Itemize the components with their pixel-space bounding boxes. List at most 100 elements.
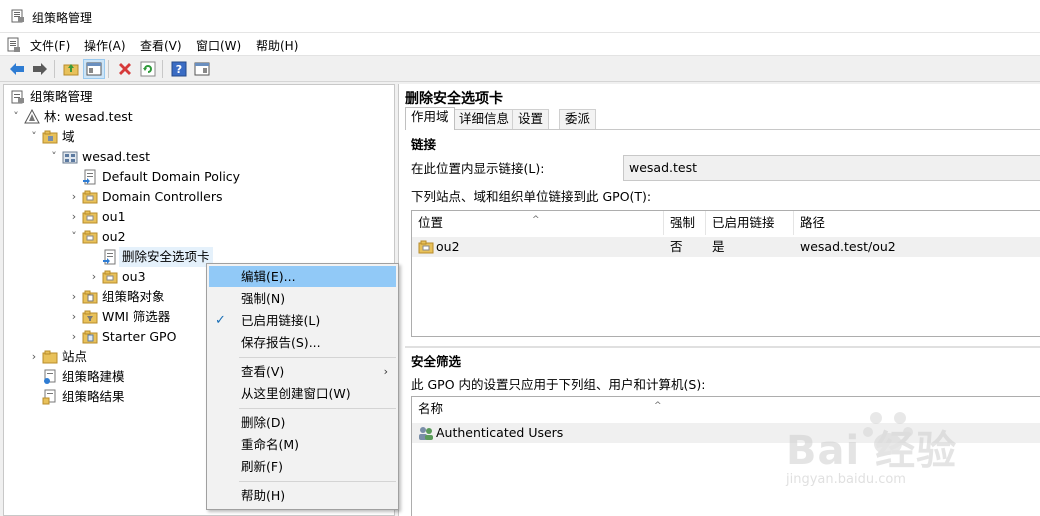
- results-icon: [42, 389, 56, 405]
- tree-item-label: ou1: [102, 209, 126, 224]
- domain-icon: [62, 151, 78, 164]
- tree-forest-label: 林: wesad.test: [44, 109, 133, 124]
- back-button[interactable]: [6, 59, 28, 79]
- watermark-brand: Bai 经验: [786, 428, 958, 474]
- toolbar-separator: [162, 60, 163, 78]
- menu-item-link-enabled[interactable]: ✓ 已启用链接(L): [209, 310, 396, 331]
- cell-group-name: Authenticated Users: [436, 425, 564, 440]
- menu-item-help[interactable]: 帮助(H): [209, 485, 396, 506]
- forward-button[interactable]: [29, 59, 51, 79]
- menu-view[interactable]: 查看(V): [140, 37, 182, 54]
- watermark: Bai 经验 jingyan.baidu.com: [780, 400, 1030, 495]
- tree-domains-label: 域: [62, 129, 75, 144]
- col-link-enabled[interactable]: 已启用链接: [706, 211, 794, 235]
- chevron-right-icon[interactable]: ›: [68, 327, 80, 347]
- menu-item-rename[interactable]: 重命名(M): [209, 434, 396, 455]
- links-heading: 链接: [411, 137, 437, 152]
- menu-item-view-label: 查看(V): [241, 364, 285, 379]
- toolbar: ?: [0, 55, 1040, 82]
- menu-file[interactable]: 文件(F): [30, 37, 70, 54]
- chevron-right-icon[interactable]: ›: [68, 187, 80, 207]
- ou-folder-icon: [102, 270, 118, 284]
- gpmc-app-icon: [11, 9, 24, 23]
- menu-window[interactable]: 窗口(W): [196, 37, 241, 54]
- title-bar: 组策略管理: [0, 0, 1040, 33]
- tree-item-label: ou2: [102, 229, 126, 244]
- refresh-icon: [140, 61, 156, 77]
- menu-bar: 文件(F) 操作(A) 查看(V) 窗口(W) 帮助(H): [0, 33, 1040, 55]
- links-list[interactable]: 位置 ^ 强制 已启用链接 路径 ou2 否 是 wesad.test/ou2: [411, 210, 1040, 337]
- col-location[interactable]: 位置 ^: [412, 211, 664, 235]
- col-enforced[interactable]: 强制: [664, 211, 706, 235]
- help-icon: ?: [171, 61, 187, 77]
- menu-help[interactable]: 帮助(H): [256, 37, 298, 54]
- toolbar-separator: [54, 60, 55, 78]
- menu-item-delete[interactable]: 删除(D): [209, 412, 396, 433]
- tab-settings[interactable]: 设置: [512, 109, 550, 129]
- properties-pane-button[interactable]: [191, 59, 213, 79]
- display-links-dropdown[interactable]: wesad.test: [623, 155, 1040, 181]
- tree-item-label: 组策略对象: [102, 289, 165, 304]
- context-menu: 编辑(E)... 强制(N) ✓ 已启用链接(L) 保存报告(S)... 查看(…: [206, 263, 399, 510]
- ou-folder-icon: [82, 230, 98, 244]
- chevron-right-icon[interactable]: ›: [68, 307, 80, 327]
- up-level-button[interactable]: [60, 59, 82, 79]
- sort-caret-icon: ^: [654, 401, 662, 411]
- delete-button[interactable]: [114, 59, 136, 79]
- cell-enforced: 否: [670, 239, 683, 254]
- col-path[interactable]: 路径: [794, 211, 1040, 235]
- menu-item-enforce[interactable]: 强制(N): [209, 288, 396, 309]
- menu-item-edit[interactable]: 编辑(E)...: [209, 266, 396, 287]
- table-row[interactable]: ou2 否 是 wesad.test/ou2: [412, 237, 1040, 257]
- gpo-folder-icon: [82, 290, 98, 304]
- menu-item-save-report[interactable]: 保存报告(S)...: [209, 332, 396, 353]
- tab-details[interactable]: 详细信息: [453, 109, 516, 129]
- chevron-down-icon[interactable]: ˅: [10, 107, 22, 127]
- chevron-right-icon[interactable]: ›: [68, 287, 80, 307]
- modeling-icon: [44, 369, 56, 384]
- toolbar-separator: [108, 60, 109, 78]
- details-title: 删除安全选项卡: [405, 91, 503, 107]
- menu-separator: [239, 408, 396, 409]
- display-links-label: 在此位置内显示链接(L):: [411, 161, 545, 176]
- ou-folder-icon: [418, 240, 434, 254]
- menu-item-new-window[interactable]: 从这里创建窗口(W): [209, 383, 396, 404]
- cell-location: ou2: [436, 239, 460, 254]
- ou-folder-icon: [82, 190, 98, 204]
- forest-icon: [24, 109, 40, 124]
- security-heading: 安全筛选: [411, 354, 462, 369]
- cell-path: wesad.test/ou2: [800, 239, 896, 254]
- menu-item-refresh[interactable]: 刷新(F): [209, 456, 396, 477]
- show-hide-tree-button[interactable]: [83, 59, 105, 79]
- tree-item-label: 组策略结果: [62, 389, 125, 404]
- linked-desc: 下列站点、域和组织单位链接到此 GPO(T):: [411, 189, 652, 204]
- sites-folder-icon: [42, 350, 58, 364]
- gpmc-window: 组策略管理 文件(F) 操作(A) 查看(V) 窗口(W) 帮助(H) ? 组策…: [0, 0, 1040, 516]
- domains-folder-icon: [42, 130, 58, 144]
- menu-item-view[interactable]: 查看(V) ›: [209, 361, 396, 382]
- tree-item-label: Starter GPO: [102, 329, 177, 344]
- help-button[interactable]: ?: [168, 59, 190, 79]
- tree-item-label: Default Domain Policy: [102, 169, 241, 184]
- window-title: 组策略管理: [32, 11, 93, 25]
- gpo-link-icon: [103, 249, 116, 265]
- chevron-down-icon[interactable]: ˅: [28, 127, 40, 147]
- cell-enabled: 是: [712, 239, 725, 254]
- chevron-right-icon[interactable]: ›: [68, 207, 80, 227]
- chevron-right-icon[interactable]: ›: [88, 267, 100, 287]
- tree-domain-label: wesad.test: [82, 149, 150, 164]
- tab-scope[interactable]: 作用域: [405, 107, 455, 130]
- gpmc-root-icon: [11, 90, 24, 104]
- tree-item-label: ou3: [122, 269, 146, 284]
- tree-item-label: 删除安全选项卡: [119, 247, 213, 267]
- menu-action[interactable]: 操作(A): [84, 37, 126, 54]
- tree-item-label: WMI 筛选器: [102, 309, 171, 324]
- refresh-button[interactable]: [137, 59, 159, 79]
- chevron-down-icon[interactable]: ˅: [48, 147, 60, 167]
- chevron-down-icon[interactable]: ˅: [68, 227, 80, 247]
- document-menu-icon[interactable]: [6, 37, 22, 53]
- chevron-right-icon[interactable]: ›: [28, 347, 40, 367]
- watermark-url: jingyan.baidu.com: [786, 472, 906, 487]
- menu-separator: [239, 357, 396, 358]
- tab-delegation[interactable]: 委派: [559, 109, 597, 129]
